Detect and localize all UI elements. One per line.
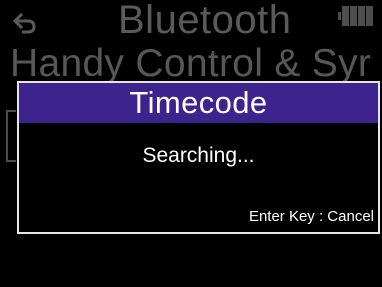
background-list-frame bbox=[6, 110, 16, 162]
background-header: Bluetooth bbox=[0, 0, 382, 48]
device-screen: Bluetooth Handy Control & Syr Timecode S… bbox=[0, 0, 382, 287]
background-title: Bluetooth bbox=[118, 0, 292, 42]
dialog-header: Timecode bbox=[19, 83, 378, 123]
back-arrow-icon[interactable] bbox=[12, 10, 38, 36]
timecode-dialog: Timecode Searching... Enter Key : Cancel bbox=[17, 81, 380, 234]
cancel-hint[interactable]: Enter Key : Cancel bbox=[249, 208, 374, 225]
dialog-message: Searching... bbox=[142, 144, 255, 167]
dialog-title: Timecode bbox=[129, 85, 268, 120]
battery-icon bbox=[338, 6, 374, 28]
background-menu-item: Handy Control & Syr bbox=[10, 42, 372, 85]
